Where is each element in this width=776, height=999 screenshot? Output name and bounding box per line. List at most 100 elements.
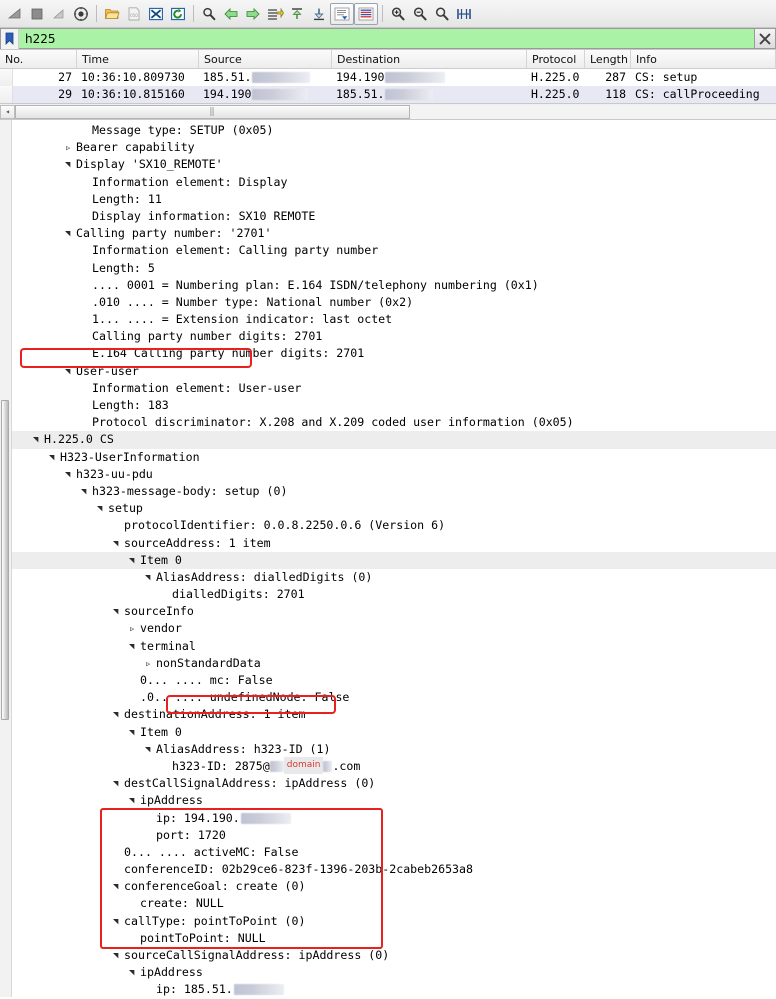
expand-arrow-open-icon[interactable] xyxy=(33,431,44,448)
zoom-reset-icon[interactable] xyxy=(431,3,453,25)
go-to-last-packet-icon[interactable] xyxy=(308,3,330,25)
zoom-out-icon[interactable] xyxy=(409,3,431,25)
detail-vertical-scrollbar[interactable] xyxy=(0,120,12,997)
tree-row[interactable]: Display information: SX10 REMOTE xyxy=(11,208,776,225)
tree-row[interactable]: Item 0 xyxy=(11,724,776,741)
tree-row[interactable]: E.164 Calling party number digits: 2701 xyxy=(11,345,776,362)
bookmark-icon[interactable] xyxy=(1,28,19,49)
clear-filter-icon[interactable] xyxy=(754,28,776,49)
tree-row[interactable]: User-user xyxy=(11,363,776,380)
tree-row[interactable]: AliasAddress: h323-ID (1) xyxy=(11,741,776,758)
tree-row[interactable]: ip: 185.51. xyxy=(11,981,776,997)
colorize-icon[interactable] xyxy=(354,2,378,25)
tree-row[interactable]: Information element: Display xyxy=(11,174,776,191)
scroll-left-arrow[interactable]: ◂ xyxy=(0,104,15,119)
go-to-packet-icon[interactable] xyxy=(264,3,286,25)
tree-row[interactable]: conferenceGoal: create (0) xyxy=(11,878,776,895)
tree-row[interactable]: sourceInfo xyxy=(11,603,776,620)
find-packet-icon[interactable] xyxy=(198,3,220,25)
close-file-icon[interactable] xyxy=(145,3,167,25)
column-header-destination[interactable]: Destination xyxy=(332,49,527,69)
expand-arrow-open-icon[interactable] xyxy=(113,878,124,895)
expand-arrow-open-icon[interactable] xyxy=(113,603,124,620)
expand-arrow-open-icon[interactable] xyxy=(65,466,76,483)
expand-arrow-open-icon[interactable] xyxy=(81,483,92,500)
expand-arrow-open-icon[interactable] xyxy=(113,913,124,930)
table-row[interactable]: 29 10:36:10.815160 194.190 185.51. H.225… xyxy=(0,86,776,103)
tree-row[interactable]: dialledDigits: 2701 xyxy=(11,586,776,603)
tree-row[interactable]: nonStandardData xyxy=(11,655,776,672)
packet-list-horizontal-scrollbar[interactable]: ◂ ‖ xyxy=(0,104,776,120)
go-back-icon[interactable] xyxy=(220,3,242,25)
tree-row[interactable]: setup xyxy=(11,500,776,517)
expand-arrow-open-icon[interactable] xyxy=(129,724,140,741)
table-row[interactable]: 27 10:36:10.809730 185.51. 194.190 H.225… xyxy=(0,69,776,86)
tree-row[interactable]: Message type: SETUP (0x05) xyxy=(11,122,776,139)
tree-row[interactable]: 0... .... mc: False xyxy=(11,672,776,689)
auto-scroll-icon[interactable] xyxy=(330,2,354,25)
zoom-in-icon[interactable] xyxy=(387,3,409,25)
tree-row[interactable]: conferenceID: 02b29ce6-823f-1396-203b-2c… xyxy=(11,861,776,878)
tree-row[interactable]: terminal xyxy=(11,638,776,655)
expand-arrow-open-icon[interactable] xyxy=(49,449,60,466)
tree-row[interactable]: callType: pointToPoint (0) xyxy=(11,913,776,930)
save-file-icon[interactable]: 050 xyxy=(123,3,145,25)
tree-row[interactable]: H323-UserInformation xyxy=(11,449,776,466)
column-header-length[interactable]: Length xyxy=(585,49,631,69)
display-filter-input[interactable]: h225 xyxy=(0,28,754,49)
tree-row[interactable]: sourceCallSignalAddress: ipAddress (0) xyxy=(11,947,776,964)
expand-arrow-open-icon[interactable] xyxy=(129,964,140,981)
reload-icon[interactable] xyxy=(167,3,189,25)
tree-row[interactable]: Display 'SX10_REMOTE' xyxy=(11,156,776,173)
tree-row[interactable]: ipAddress xyxy=(11,964,776,981)
tree-row[interactable]: Information element: User-user xyxy=(11,380,776,397)
expand-arrow-open-icon[interactable] xyxy=(129,552,140,569)
start-capture-icon[interactable] xyxy=(4,3,26,25)
open-file-icon[interactable] xyxy=(101,3,123,25)
packet-list[interactable]: No. Time Source Destination Protocol Len… xyxy=(0,49,776,104)
stop-capture-icon[interactable] xyxy=(26,3,48,25)
expand-arrow-open-icon[interactable] xyxy=(113,775,124,792)
resize-columns-icon[interactable] xyxy=(453,3,475,25)
tree-row[interactable]: pointToPoint: NULL xyxy=(11,930,776,947)
tree-row[interactable]: Length: 183 xyxy=(11,397,776,414)
protocol-tree[interactable]: Message type: SETUP (0x05) Bearer capabil… xyxy=(11,120,776,997)
tree-row[interactable]: Calling party number: '2701' xyxy=(11,225,776,242)
expand-arrow-open-icon[interactable] xyxy=(113,706,124,723)
restart-capture-icon[interactable] xyxy=(48,3,70,25)
tree-row[interactable]: Calling party number digits: 2701 xyxy=(11,328,776,345)
tree-row[interactable]: h323-ID: 2875@ domain .com xyxy=(11,756,776,775)
tree-row[interactable]: Bearer capability xyxy=(11,139,776,156)
tree-row[interactable]: Length: 11 xyxy=(11,191,776,208)
scroll-track[interactable]: ‖ xyxy=(15,104,776,119)
expand-arrow-open-icon[interactable] xyxy=(145,569,156,586)
tree-row[interactable]: h323-uu-pdu xyxy=(11,466,776,483)
tree-row[interactable]: protocolIdentifier: 0.0.8.2250.0.6 (Vers… xyxy=(11,517,776,534)
scroll-thumb[interactable]: ‖ xyxy=(15,104,410,119)
tree-row[interactable]: AliasAddress: dialledDigits (0) xyxy=(11,569,776,586)
tree-row[interactable]: Information element: Calling party numbe… xyxy=(11,242,776,259)
packet-detail-pane[interactable]: Message type: SETUP (0x05) Bearer capabil… xyxy=(0,120,776,997)
go-forward-icon[interactable] xyxy=(242,3,264,25)
expand-arrow-open-icon[interactable] xyxy=(65,156,76,173)
expand-arrow-open-icon[interactable] xyxy=(113,947,124,964)
tree-row[interactable]: Item 0 xyxy=(11,551,776,569)
column-header-info[interactable]: Info xyxy=(631,49,776,69)
expand-arrow-open-icon[interactable] xyxy=(145,741,156,758)
tree-row[interactable]: 1... .... = Extension indicator: last oc… xyxy=(11,311,776,328)
tree-row[interactable]: .... 0001 = Numbering plan: E.164 ISDN/t… xyxy=(11,277,776,294)
tree-row[interactable]: sourceAddress: 1 item xyxy=(11,535,776,552)
tree-row[interactable]: destinationAddress: 1 item xyxy=(11,706,776,723)
tree-row[interactable]: H.225.0 CS xyxy=(11,431,776,449)
expand-arrow-open-icon[interactable] xyxy=(65,225,76,242)
tree-row[interactable]: create: NULL xyxy=(11,895,776,912)
column-header-time[interactable]: Time xyxy=(77,49,199,69)
expand-arrow-open-icon[interactable] xyxy=(65,363,76,380)
tree-row[interactable]: h323-message-body: setup (0) xyxy=(11,483,776,500)
expand-arrow-open-icon[interactable] xyxy=(113,535,124,552)
column-header-protocol[interactable]: Protocol xyxy=(527,49,585,69)
tree-row[interactable]: ip: 194.190. xyxy=(11,810,776,827)
tree-row[interactable]: port: 1720 xyxy=(11,827,776,844)
capture-options-icon[interactable] xyxy=(70,3,92,25)
detail-scroll-thumb[interactable] xyxy=(1,400,9,720)
